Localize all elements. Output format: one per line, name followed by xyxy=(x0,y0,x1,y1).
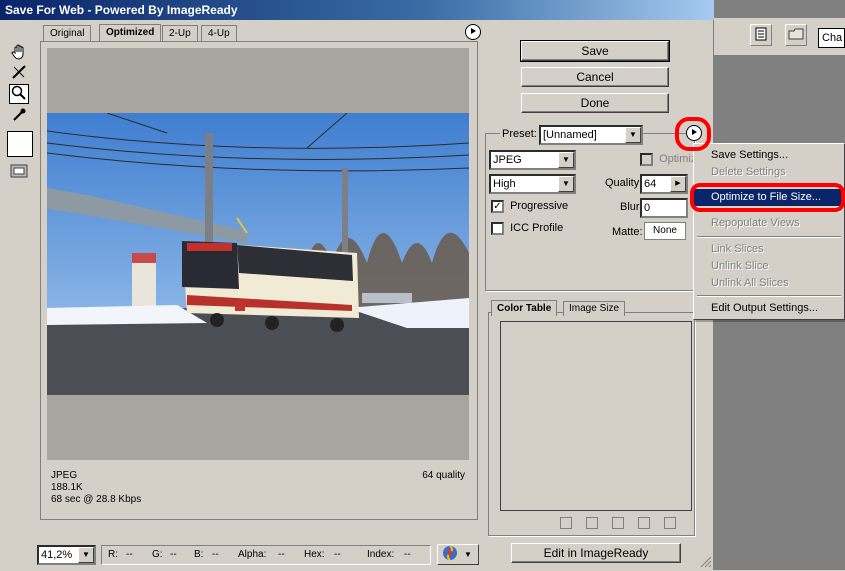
tab-color-table[interactable]: Color Table xyxy=(491,300,558,316)
slice-select-tool[interactable] xyxy=(9,63,29,83)
tab-original[interactable]: Original xyxy=(43,25,92,41)
b-value: -- xyxy=(212,549,219,560)
color-table-toolbar xyxy=(560,517,676,529)
web-snap-icon[interactable] xyxy=(560,517,572,529)
file-format-value: JPEG xyxy=(493,154,522,166)
blur-value: 0 xyxy=(644,202,651,214)
zoom-icon xyxy=(11,85,27,104)
chevron-down-icon: ▼ xyxy=(558,176,574,192)
icc-profile-checkbox-box[interactable] xyxy=(491,222,504,235)
preset-select[interactable]: [Unnamed] ▼ xyxy=(539,125,643,145)
trash-icon[interactable] xyxy=(664,517,676,529)
r-value: -- xyxy=(126,549,133,560)
progressive-checkbox-box[interactable]: ✓ xyxy=(491,200,504,213)
quality-input[interactable]: 64 ▶ xyxy=(640,174,688,194)
menu-item-delete-settings: Delete Settings xyxy=(711,166,786,178)
preset-label: Preset: xyxy=(500,128,539,140)
chevron-down-icon: ▼ xyxy=(558,152,574,168)
info-quality: 64 quality xyxy=(422,470,465,481)
zoom-tool[interactable] xyxy=(9,84,29,104)
file-format-select[interactable]: JPEG ▼ xyxy=(489,150,576,170)
chevron-down-icon: ▼ xyxy=(464,550,472,559)
progressive-label: Progressive xyxy=(510,200,569,213)
quality-level-select[interactable]: High ▼ xyxy=(489,174,576,194)
browser-preview-button[interactable]: ▼ xyxy=(437,544,479,565)
highlight-circle-menu-button xyxy=(675,117,711,151)
eyedropper-icon xyxy=(11,107,27,126)
zoom-level-value: 41,2% xyxy=(41,549,73,561)
preset-value: [Unnamed] xyxy=(543,129,597,141)
menu-item-unlink-all-slices: Unlink All Slices xyxy=(711,277,789,289)
icc-profile-label: ICC Profile xyxy=(510,222,564,235)
b-label: B: xyxy=(194,549,204,560)
edit-in-imageready-button[interactable]: Edit in ImageReady xyxy=(511,543,681,563)
quality-label: Quality: xyxy=(605,177,643,189)
menu-item-edit-output-settings[interactable]: Edit Output Settings... xyxy=(694,300,844,317)
r-label: R: xyxy=(108,549,118,560)
hex-label: Hex: xyxy=(304,549,325,560)
slice-select-icon xyxy=(11,64,27,83)
tab-2-up[interactable]: 2-Up xyxy=(162,25,198,41)
window-title: Save For Web - Powered By ImageReady xyxy=(0,0,714,20)
hand-icon xyxy=(11,43,27,63)
alpha-value: -- xyxy=(278,549,285,560)
preview-menu-button[interactable] xyxy=(465,24,481,40)
resize-grip-icon[interactable] xyxy=(700,556,712,568)
cancel-button[interactable]: Cancel xyxy=(521,67,669,87)
chevron-down-icon: ▼ xyxy=(625,127,641,143)
g-label: G: xyxy=(152,549,163,560)
menu-item-save-settings[interactable]: Save Settings... xyxy=(694,147,844,164)
menu-item-repopulate-views: Repopulate Views xyxy=(711,217,800,229)
color-table-grid[interactable] xyxy=(500,321,692,511)
eyedropper-color-swatch[interactable] xyxy=(7,131,33,157)
hand-tool[interactable] xyxy=(9,43,29,63)
play-arrow-icon xyxy=(469,26,477,38)
chevron-right-icon[interactable]: ▶ xyxy=(670,176,686,192)
menu-item-unlink-slice: Unlink Slice xyxy=(711,260,769,272)
done-button[interactable]: Done xyxy=(521,93,669,113)
toggle-slices-icon xyxy=(10,164,28,181)
folder-icon xyxy=(788,27,804,44)
save-button[interactable]: Save xyxy=(520,40,670,62)
highlight-circle-menu-item xyxy=(690,183,845,212)
info-file-size: 188.1K xyxy=(51,482,83,493)
optimized-checkbox-box[interactable] xyxy=(640,153,653,166)
index-value: -- xyxy=(404,549,411,560)
document-icon xyxy=(754,27,768,44)
blur-input[interactable]: 0 xyxy=(640,198,688,218)
index-label: Index: xyxy=(367,549,395,560)
progressive-checkbox[interactable]: ✓ Progressive xyxy=(491,200,568,213)
eyedropper-tool[interactable] xyxy=(9,106,29,126)
optimize-menu: Save Settings... Delete Settings Optimiz… xyxy=(693,143,845,320)
browser-preview-icon xyxy=(442,545,458,564)
cube-icon[interactable] xyxy=(586,517,598,529)
quality-level-value: High xyxy=(493,178,516,190)
g-value: -- xyxy=(170,549,177,560)
menu-item-link-slices: Link Slices xyxy=(711,243,764,255)
zoom-level-select[interactable]: 41,2% ▼ xyxy=(37,545,96,565)
icc-profile-checkbox[interactable]: ICC Profile xyxy=(491,222,563,235)
info-download-time: 68 sec @ 28.8 Kbps xyxy=(51,494,142,505)
matte-select[interactable]: None xyxy=(644,222,686,240)
hex-value: -- xyxy=(334,549,341,560)
matte-label: Matte: xyxy=(612,226,643,238)
menu-separator xyxy=(697,236,841,238)
toggle-slices-button[interactable] xyxy=(9,162,29,182)
menu-separator xyxy=(697,295,841,297)
tab-image-size[interactable]: Image Size xyxy=(563,301,626,316)
tram-photo[interactable] xyxy=(46,112,470,395)
file-browser-button[interactable] xyxy=(750,24,772,46)
tab-optimized[interactable]: Optimized xyxy=(99,24,162,41)
info-format: JPEG xyxy=(51,470,78,481)
tab-4-up[interactable]: 4-Up xyxy=(201,25,237,41)
lock-icon[interactable] xyxy=(612,517,624,529)
chevron-down-icon: ▼ xyxy=(78,547,94,563)
new-color-icon[interactable] xyxy=(638,517,650,529)
image-info: JPEG 188.1K 68 sec @ 28.8 Kbps 64 qualit… xyxy=(47,462,469,514)
color-readout: R: -- G: -- B: -- Alpha: -- Hex: -- Inde… xyxy=(101,545,431,565)
alpha-label: Alpha: xyxy=(238,549,267,560)
palette-tab[interactable]: Cha xyxy=(818,28,845,48)
quality-value: 64 xyxy=(644,178,657,190)
palette-well-button[interactable] xyxy=(785,24,807,46)
